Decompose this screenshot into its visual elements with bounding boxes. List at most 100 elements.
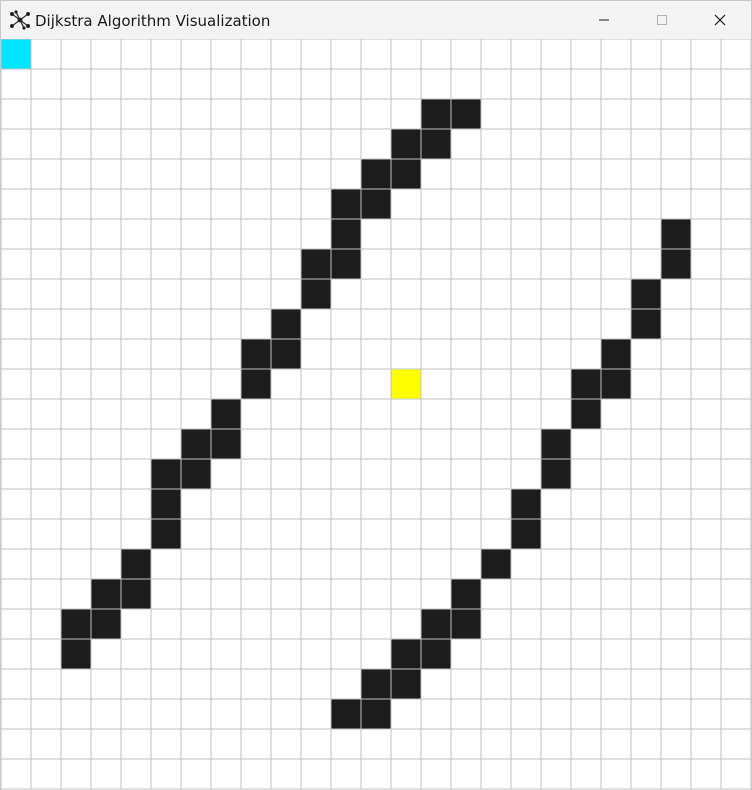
grid-cell[interactable] bbox=[450, 248, 482, 280]
grid-cell[interactable] bbox=[330, 458, 362, 490]
grid-cell[interactable] bbox=[480, 248, 512, 280]
wall-cell[interactable] bbox=[150, 458, 182, 490]
wall-cell[interactable] bbox=[360, 188, 392, 220]
grid-cell[interactable] bbox=[540, 158, 572, 190]
wall-cell[interactable] bbox=[630, 278, 662, 310]
grid-cell[interactable] bbox=[450, 158, 482, 190]
grid-cell[interactable] bbox=[600, 98, 632, 130]
grid-cell[interactable] bbox=[420, 518, 452, 550]
grid-cell[interactable] bbox=[540, 338, 572, 370]
grid-cell[interactable] bbox=[300, 68, 332, 100]
grid-cell[interactable] bbox=[30, 128, 62, 160]
grid-cell[interactable] bbox=[60, 39, 92, 70]
grid-cell[interactable] bbox=[660, 638, 692, 670]
grid-cell[interactable] bbox=[420, 398, 452, 430]
grid-cell[interactable] bbox=[330, 638, 362, 670]
grid-cell[interactable] bbox=[30, 548, 62, 580]
grid-cell[interactable] bbox=[690, 39, 722, 70]
grid-cell[interactable] bbox=[690, 128, 722, 160]
grid-cell[interactable] bbox=[210, 308, 242, 340]
grid-cell[interactable] bbox=[360, 98, 392, 130]
wall-cell[interactable] bbox=[540, 428, 572, 460]
grid-cell[interactable] bbox=[510, 728, 542, 760]
grid-cell[interactable] bbox=[630, 398, 662, 430]
grid-cell[interactable] bbox=[660, 158, 692, 190]
grid-cell[interactable] bbox=[270, 488, 302, 520]
wall-cell[interactable] bbox=[330, 698, 362, 730]
grid-cell[interactable] bbox=[420, 548, 452, 580]
wall-cell[interactable] bbox=[270, 308, 302, 340]
grid-cell[interactable] bbox=[630, 518, 662, 550]
grid-cell[interactable] bbox=[390, 728, 422, 760]
grid-cell[interactable] bbox=[30, 488, 62, 520]
grid-cell[interactable] bbox=[30, 308, 62, 340]
wall-cell[interactable] bbox=[660, 248, 692, 280]
grid-cell[interactable] bbox=[510, 128, 542, 160]
grid-cell[interactable] bbox=[450, 338, 482, 370]
grid-cell[interactable] bbox=[120, 39, 152, 70]
wall-cell[interactable] bbox=[570, 398, 602, 430]
grid-cell[interactable] bbox=[30, 758, 62, 790]
wall-cell[interactable] bbox=[270, 338, 302, 370]
grid-cell[interactable] bbox=[60, 338, 92, 370]
grid-cell[interactable] bbox=[630, 458, 662, 490]
end-node[interactable] bbox=[390, 368, 422, 400]
grid-cell[interactable] bbox=[270, 188, 302, 220]
grid-cell[interactable] bbox=[690, 428, 722, 460]
grid-cell[interactable] bbox=[390, 338, 422, 370]
grid-cell[interactable] bbox=[210, 158, 242, 190]
wall-cell[interactable] bbox=[540, 458, 572, 490]
grid-cell[interactable] bbox=[360, 368, 392, 400]
grid-cell[interactable] bbox=[150, 188, 182, 220]
grid-cell[interactable] bbox=[480, 308, 512, 340]
grid-cell[interactable] bbox=[180, 39, 212, 70]
grid-cell[interactable] bbox=[30, 188, 62, 220]
grid-cell[interactable] bbox=[630, 728, 662, 760]
grid-cell[interactable] bbox=[570, 218, 602, 250]
grid-cell[interactable] bbox=[600, 518, 632, 550]
grid-svg[interactable] bbox=[1, 39, 751, 790]
grid-cell[interactable] bbox=[630, 248, 662, 280]
wall-cell[interactable] bbox=[240, 368, 272, 400]
grid-cell[interactable] bbox=[600, 128, 632, 160]
grid-cell[interactable] bbox=[510, 458, 542, 490]
grid-cell[interactable] bbox=[300, 128, 332, 160]
grid-cell[interactable] bbox=[120, 458, 152, 490]
grid-cell[interactable] bbox=[30, 608, 62, 640]
grid-cell[interactable] bbox=[540, 518, 572, 550]
grid-cell[interactable] bbox=[120, 338, 152, 370]
grid-cell[interactable] bbox=[240, 728, 272, 760]
grid-cell[interactable] bbox=[720, 728, 751, 760]
grid-cell[interactable] bbox=[660, 698, 692, 730]
grid-cell[interactable] bbox=[540, 98, 572, 130]
grid-cell[interactable] bbox=[690, 638, 722, 670]
grid-cell[interactable] bbox=[660, 458, 692, 490]
grid-cell[interactable] bbox=[60, 698, 92, 730]
grid-cell[interactable] bbox=[60, 368, 92, 400]
grid-cell[interactable] bbox=[390, 248, 422, 280]
grid-cell[interactable] bbox=[510, 188, 542, 220]
grid-cell[interactable] bbox=[660, 758, 692, 790]
grid-cell[interactable] bbox=[150, 428, 182, 460]
grid-cell[interactable] bbox=[600, 668, 632, 700]
grid-cell[interactable] bbox=[570, 158, 602, 190]
grid-cell[interactable] bbox=[690, 188, 722, 220]
grid-cell[interactable] bbox=[660, 39, 692, 70]
grid-cell[interactable] bbox=[300, 458, 332, 490]
wall-cell[interactable] bbox=[600, 368, 632, 400]
wall-cell[interactable] bbox=[90, 608, 122, 640]
grid-cell[interactable] bbox=[510, 578, 542, 610]
grid-cell[interactable] bbox=[270, 638, 302, 670]
wall-cell[interactable] bbox=[330, 218, 362, 250]
grid-cell[interactable] bbox=[630, 68, 662, 100]
grid-cell[interactable] bbox=[480, 368, 512, 400]
grid-cell[interactable] bbox=[330, 728, 362, 760]
grid-cell[interactable] bbox=[150, 218, 182, 250]
grid-cell[interactable] bbox=[300, 428, 332, 460]
grid-cell[interactable] bbox=[90, 398, 122, 430]
wall-cell[interactable] bbox=[390, 128, 422, 160]
grid-cell[interactable] bbox=[450, 398, 482, 430]
grid-cell[interactable] bbox=[330, 758, 362, 790]
grid-cell[interactable] bbox=[210, 488, 242, 520]
grid-cell[interactable] bbox=[30, 518, 62, 550]
